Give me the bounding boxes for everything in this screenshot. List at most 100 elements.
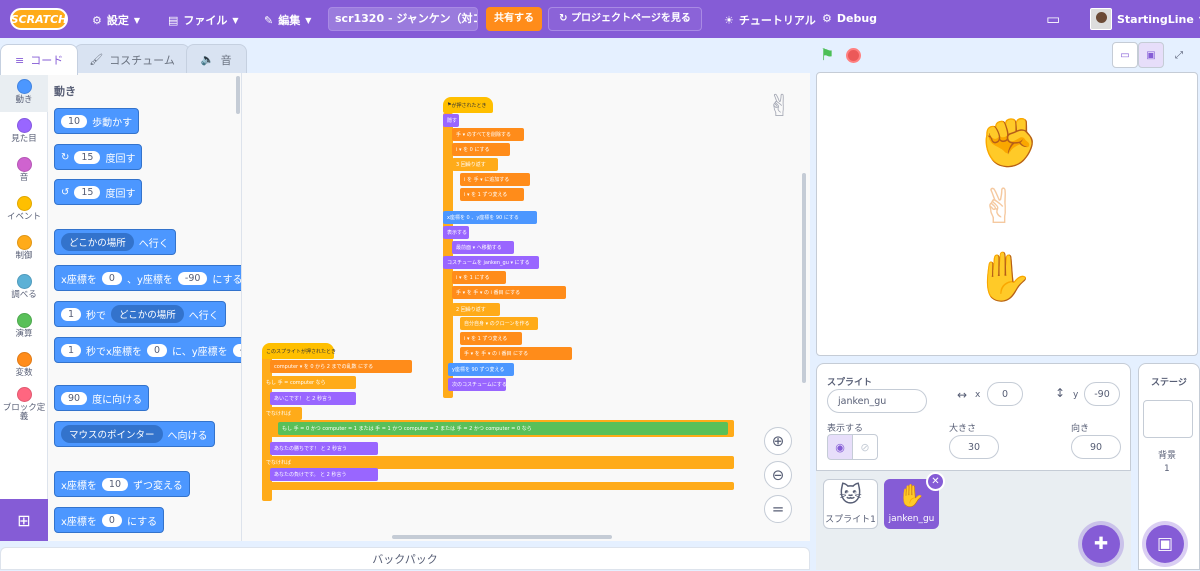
size-input[interactable]: 30 bbox=[949, 435, 999, 459]
category-my-blocks[interactable]: ブロック定義 bbox=[0, 385, 48, 424]
glide-xy-block[interactable]: 1秒でx座標を0に、y座標を-9 bbox=[54, 337, 241, 363]
category-looks[interactable]: 見た目 bbox=[0, 112, 48, 151]
rotate-right-icon: ↻ bbox=[61, 151, 70, 163]
zoom-out-button[interactable]: ⊖ bbox=[764, 461, 792, 489]
scissors-sprite[interactable]: ✌ bbox=[979, 183, 1019, 231]
change-i-block[interactable]: i ▾ を 1 ずつ変える bbox=[460, 188, 524, 201]
zoom-in-button[interactable]: ⊕ bbox=[764, 427, 792, 455]
stage-thumbnail[interactable] bbox=[1143, 400, 1193, 438]
workspace-hscrollbar[interactable] bbox=[392, 535, 612, 539]
choose-backdrop-button[interactable]: ▣ bbox=[1146, 525, 1184, 563]
stop-button[interactable] bbox=[846, 48, 861, 63]
direction-input[interactable]: 90 bbox=[1071, 435, 1121, 459]
category-control[interactable]: 制御 bbox=[0, 229, 48, 268]
debug-button[interactable]: ⚙ Debug bbox=[822, 12, 877, 25]
if-equal-block[interactable]: もし 手 = computer なら bbox=[262, 376, 356, 389]
zoom-out-icon: ⊖ bbox=[771, 466, 785, 484]
folder-icon[interactable]: ▭ bbox=[1046, 10, 1060, 28]
goto-block[interactable]: どこかの場所 へ行く bbox=[54, 229, 176, 255]
change-y-block[interactable]: y座標を 90 ずつ変える bbox=[448, 363, 514, 376]
tab-costumes[interactable]: 🖌 コスチューム bbox=[74, 44, 190, 74]
move-steps-block[interactable]: 10 歩動かす bbox=[54, 108, 140, 134]
zoom-in-icon: ⊕ bbox=[771, 432, 785, 450]
goto-xy-block[interactable]: x座標を 0 、y座標を -90 にする bbox=[54, 265, 241, 291]
category-sensing[interactable]: 調べる bbox=[0, 268, 48, 307]
zoom-reset-button[interactable]: = bbox=[764, 495, 792, 523]
sprite-clicked-hat[interactable]: このスプライトが押されたとき bbox=[262, 343, 336, 359]
set-i-block[interactable]: i ▾ を 0 にする bbox=[452, 143, 510, 156]
normal-stage-button[interactable]: ▣ bbox=[1138, 42, 1164, 68]
delete-sprite-button[interactable]: ✕ bbox=[926, 472, 945, 491]
or-condition[interactable]: もし 手 = 0 かつ computer = 1 または 手 = 1 かつ co… bbox=[278, 422, 728, 435]
share-button[interactable]: 共有する bbox=[486, 7, 542, 31]
backpack-bar[interactable]: バックパック bbox=[0, 547, 810, 570]
x-input[interactable]: 0 bbox=[987, 382, 1023, 406]
repeat-block-2[interactable]: 2 回繰り返す bbox=[452, 303, 500, 316]
hand-icon: ✋ bbox=[897, 484, 926, 509]
hide-block[interactable]: 隠す bbox=[443, 114, 459, 127]
category-events[interactable]: イベント bbox=[0, 190, 48, 229]
repeat-block[interactable]: 3 回繰り返す bbox=[452, 158, 498, 171]
category-variables[interactable]: 変数 bbox=[0, 346, 48, 385]
tutorials-button[interactable]: ☀ チュートリアル bbox=[724, 12, 816, 28]
sprite-thumb-cat[interactable]: 🐱 スプライト1 bbox=[823, 479, 878, 529]
file-menu[interactable]: ▤ ファイル ▼ bbox=[168, 12, 239, 28]
control-dot bbox=[16, 235, 32, 251]
tab-sounds[interactable]: 🔈 音 bbox=[185, 44, 247, 74]
settings-menu[interactable]: ⚙ 設定 ▼ bbox=[92, 12, 140, 28]
point-towards-block[interactable]: マウスのポインター へ向ける bbox=[54, 421, 215, 447]
see-project-page-button[interactable]: ↻ プロジェクトページを見る bbox=[548, 7, 702, 31]
paper-sprite[interactable]: ✋ bbox=[974, 253, 1034, 301]
x-arrows-icon: ↔ bbox=[957, 388, 968, 402]
say-tie-block[interactable]: あいこです！ と 2 秒言う bbox=[270, 392, 356, 405]
create-clone-block[interactable]: 自分自身 ▾ のクローンを作る bbox=[460, 317, 538, 330]
hide-sprite-button[interactable]: ⊘ bbox=[852, 434, 878, 460]
fullscreen-button[interactable]: ⤢ bbox=[1166, 42, 1192, 68]
script-workspace[interactable]: ✌ ⚑ が押されたとき 隠す 手 ▾ のすべてを削除する i ▾ を 0 にする… bbox=[242, 73, 810, 541]
stage-canvas[interactable]: ✊ ✌ ✋ bbox=[816, 72, 1198, 356]
next-costume-block[interactable]: 次のコスチュームにする bbox=[448, 378, 507, 391]
glide-to-block[interactable]: 1 秒で どこかの場所 へ行く bbox=[54, 301, 226, 327]
random-block[interactable]: computer ▾ を 0 から 2 までの乱数 にする bbox=[270, 360, 412, 373]
sprite-name-input[interactable]: janken_gu bbox=[827, 389, 927, 413]
flag-clicked-hat[interactable]: ⚑ が押されたとき bbox=[443, 97, 493, 113]
goto-xy-block[interactable]: x座標を 0 、y座標を 90 にする bbox=[443, 211, 537, 224]
tab-code[interactable]: ≡ コード bbox=[0, 44, 79, 75]
backdrop-label: 背景 bbox=[1158, 451, 1177, 461]
chevron-down-icon: ▼ bbox=[232, 15, 239, 25]
turn-left-block[interactable]: ↺ 15 度回す bbox=[54, 179, 143, 205]
add-to-list-block[interactable]: i を 手 ▾ に追加する bbox=[460, 173, 530, 186]
y-input[interactable]: -90 bbox=[1084, 382, 1120, 406]
category-motion[interactable]: 動き bbox=[0, 73, 48, 112]
choose-sprite-button[interactable]: ✚ bbox=[1082, 525, 1120, 563]
set-hand-block-2[interactable]: 手 ▾ を 手 ▾ の i 番目 にする bbox=[460, 347, 572, 360]
palette-heading: 動き bbox=[54, 85, 76, 98]
scratch-logo[interactable]: SCRATCH bbox=[10, 8, 68, 30]
workspace-vscrollbar[interactable] bbox=[802, 173, 806, 383]
small-stage-button[interactable]: ▭ bbox=[1112, 42, 1138, 68]
green-flag-icon[interactable]: ⚑ bbox=[820, 47, 836, 63]
set-i-block-2[interactable]: i ▾ を 1 にする bbox=[452, 271, 506, 284]
change-i-block-2[interactable]: i ▾ を 1 ずつ変える bbox=[460, 332, 522, 345]
add-extension-button[interactable]: ⊞ bbox=[0, 499, 48, 541]
say-lose-block[interactable]: あなたの負けです。 と 2 秒言う bbox=[270, 468, 378, 481]
project-title-input[interactable]: scr1320 - ジャンケン（対コ… bbox=[328, 7, 478, 31]
go-front-block[interactable]: 最前面 ▾ へ移動する bbox=[452, 241, 514, 254]
say-win-block[interactable]: あなたの勝ちです！ と 2 秒言う bbox=[270, 442, 378, 455]
change-x-block[interactable]: x座標を 10 ずつ変える bbox=[54, 471, 190, 497]
turn-right-block[interactable]: ↻ 15 度回す bbox=[54, 144, 143, 170]
set-x-block[interactable]: x座標を 0 にする bbox=[54, 507, 165, 533]
account-menu[interactable]: StartingLine▼ bbox=[1090, 8, 1200, 30]
set-hand-block[interactable]: 手 ▾ を 手 ▾ の i 番目 にする bbox=[452, 286, 566, 299]
switch-costume-block[interactable]: コスチュームを janken_gu ▾ にする bbox=[443, 256, 539, 269]
palette-scrollbar[interactable] bbox=[236, 76, 240, 114]
show-block[interactable]: 表示する bbox=[443, 226, 469, 239]
point-direction-block[interactable]: 90 度に向ける bbox=[54, 385, 150, 411]
show-sprite-button[interactable]: ◉ bbox=[827, 434, 853, 460]
edit-menu[interactable]: ✎ 編集 ▼ bbox=[264, 12, 311, 28]
fist-sprite[interactable]: ✊ bbox=[979, 119, 1039, 167]
delete-all-block[interactable]: 手 ▾ のすべてを削除する bbox=[452, 128, 524, 141]
category-sound[interactable]: 音 bbox=[0, 151, 48, 190]
category-operators[interactable]: 演算 bbox=[0, 307, 48, 346]
small-stage-icon: ▭ bbox=[1120, 49, 1130, 61]
